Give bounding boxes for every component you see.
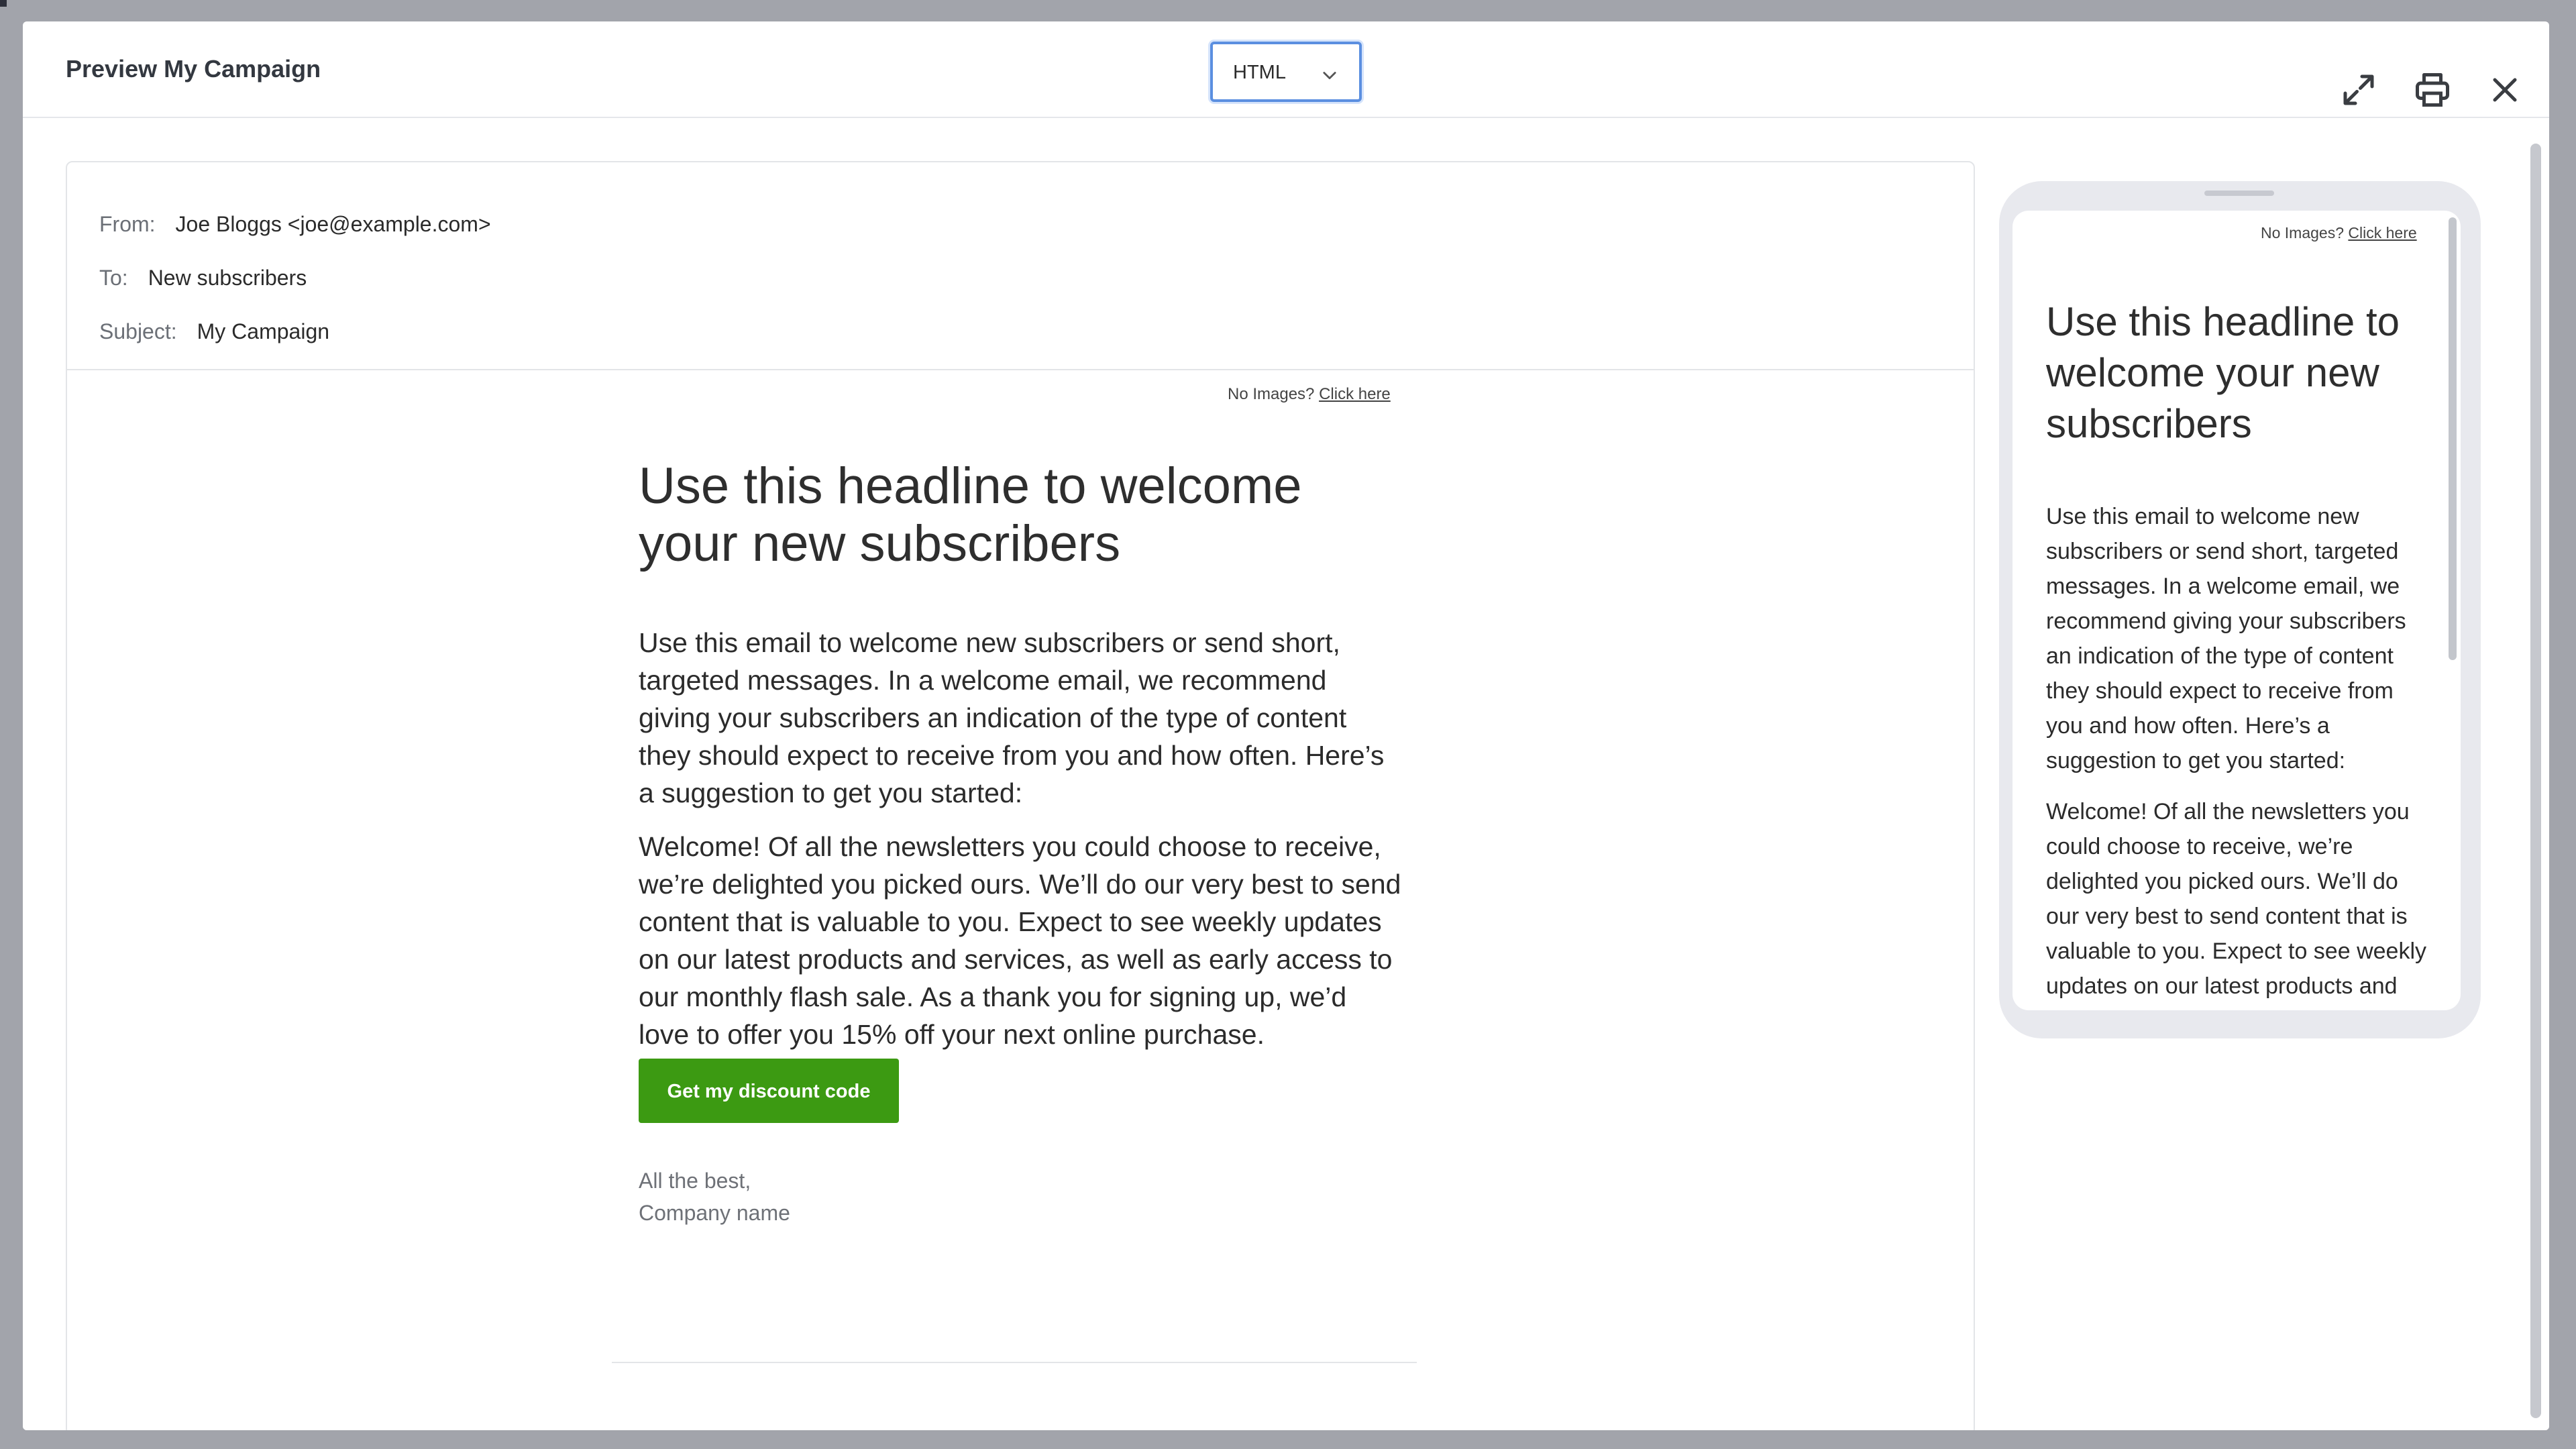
desktop-preview: From: Joe Bloggs <joe@example.com> To: New…	[66, 161, 1975, 1430]
signoff-line-1: All the best,	[639, 1169, 751, 1193]
from-row: From: Joe Bloggs <joe@example.com>	[99, 212, 491, 237]
backdrop-corner	[0, 0, 7, 7]
format-select-value: HTML	[1233, 62, 1286, 83]
chevron-down-icon	[1323, 72, 1336, 80]
mobile-paragraph-1: Use this email to welcome new subscriber…	[2046, 504, 2406, 773]
format-select[interactable]: HTML	[1210, 42, 1362, 102]
mobile-screen: No Images? Click here Use this headline …	[2012, 211, 2461, 1010]
no-images-text: No Images?	[1228, 385, 1315, 403]
to-row: To: New subscribers	[99, 266, 307, 290]
phone-speaker	[2204, 191, 2274, 196]
to-label: To:	[99, 266, 128, 290]
email-paragraph-1: Use this email to welcome new subscriber…	[639, 627, 1385, 808]
no-images-notice: No Images? Click here	[1228, 385, 1391, 404]
email-signoff: All the best, Company name	[639, 1165, 790, 1229]
modal-header: Preview My Campaign HTML	[23, 21, 2549, 118]
from-value: Joe Bloggs <joe@example.com>	[175, 212, 491, 236]
preview-modal: Preview My Campaign HTML From: Joe Blogg…	[23, 21, 2549, 1430]
subject-label: Subject:	[99, 319, 177, 343]
email-body: No Images? Click here Use this headline …	[67, 369, 1974, 1430]
subject-value: My Campaign	[197, 319, 330, 343]
mobile-no-images-link[interactable]: Click here	[2348, 224, 2416, 241]
signoff-line-2: Company name	[639, 1201, 790, 1225]
close-icon[interactable]	[2485, 70, 2525, 110]
mobile-scroll-thumb[interactable]	[2449, 217, 2457, 660]
mobile-no-images-text: No Images?	[2261, 224, 2345, 241]
mobile-preview: No Images? Click here Use this headline …	[1999, 181, 2481, 1038]
modal-scrollbar[interactable]	[2530, 144, 2541, 1418]
email-envelope: From: Joe Bloggs <joe@example.com> To: New…	[67, 162, 1974, 370]
mobile-no-images-notice: No Images? Click here	[2261, 224, 2417, 242]
email-footer-divider	[612, 1362, 1417, 1363]
from-label: From:	[99, 212, 156, 236]
print-icon[interactable]	[2412, 70, 2453, 110]
subject-row: Subject: My Campaign	[99, 319, 329, 344]
modal-scroll-thumb[interactable]	[2530, 144, 2541, 1418]
modal-title: Preview My Campaign	[66, 55, 321, 83]
email-headline: Use this headline to welcome your new su…	[639, 458, 1302, 572]
no-images-link[interactable]: Click here	[1319, 385, 1391, 403]
mobile-paragraph-2: Welcome! Of all the newsletters you coul…	[2046, 799, 2426, 1010]
email-paragraph-2: Welcome! Of all the newsletters you coul…	[639, 831, 1401, 1050]
discount-code-button[interactable]: Get my discount code	[639, 1059, 899, 1123]
to-value: New subscribers	[148, 266, 307, 290]
preview-content: From: Joe Bloggs <joe@example.com> To: New…	[23, 118, 2549, 1430]
expand-icon[interactable]	[2339, 70, 2379, 110]
mobile-headline: Use this headline to welcome your new su…	[2046, 299, 2400, 446]
